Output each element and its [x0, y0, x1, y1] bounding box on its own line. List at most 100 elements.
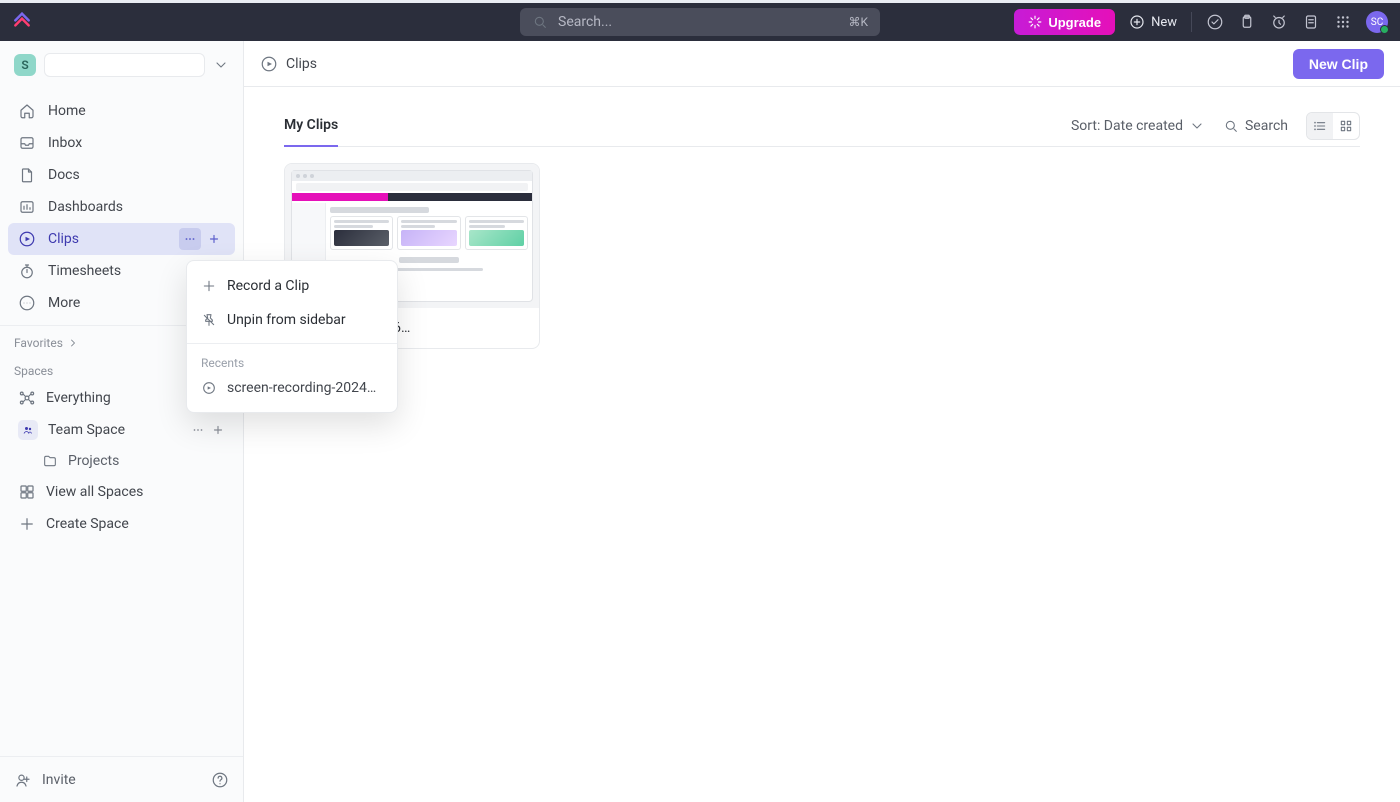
sidebar-item-docs[interactable]: Docs [8, 159, 235, 191]
clips-add-button[interactable] [203, 228, 225, 250]
clips-page-icon [260, 55, 278, 73]
sidebar-item-label: Projects [68, 453, 119, 469]
page-title-wrap: Clips [260, 55, 317, 73]
help-icon[interactable] [211, 771, 229, 789]
sidebar-item-label: Create Space [46, 516, 129, 532]
ellipsis-icon[interactable] [191, 423, 205, 437]
topbar: Search... ⌘K Upgrade New SC [0, 3, 1400, 41]
search-shortcut: ⌘K [848, 15, 868, 29]
menu-recents-label: Recents [187, 350, 397, 372]
menu-unpin[interactable]: Unpin from sidebar [187, 303, 397, 337]
tab-my-clips[interactable]: My Clips [284, 105, 338, 147]
network-icon [18, 389, 36, 407]
sort-button[interactable]: Sort: Date created [1071, 118, 1205, 134]
search-placeholder: Search... [558, 14, 612, 30]
new-label: New [1151, 15, 1177, 30]
sidebar-item-label: More [48, 295, 80, 311]
clips-search-button[interactable]: Search [1223, 118, 1288, 134]
clips-grid: g-2024-05-05-16… [284, 147, 1360, 349]
list-icon [1312, 118, 1328, 134]
stopwatch-icon [18, 262, 36, 280]
menu-record-clip[interactable]: Record a Clip [187, 269, 397, 303]
search-icon [532, 14, 548, 30]
sidebar-item-label: Inbox [48, 135, 82, 151]
sidebar-item-label: Everything [46, 390, 111, 406]
chevron-down-icon [1189, 118, 1205, 134]
docs-icon [18, 166, 36, 184]
content-area: My Clips Sort: Date created Search [244, 87, 1400, 802]
page-header: Clips New Clip [244, 41, 1400, 87]
menu-recent-item[interactable]: screen-recording-2024… [187, 372, 397, 404]
unpin-icon [201, 312, 217, 328]
sidebar-item-team-space[interactable]: Team Space [8, 414, 235, 446]
workspace-switcher[interactable]: S [0, 41, 243, 89]
search-icon [1223, 118, 1239, 134]
workspace-badge: S [14, 54, 36, 76]
divider [1191, 12, 1192, 32]
view-grid-button[interactable] [1333, 113, 1359, 139]
sidebar-footer: Invite [0, 756, 243, 802]
menu-item-label: Unpin from sidebar [227, 312, 346, 328]
grid-icon [18, 483, 36, 501]
new-button[interactable]: New [1129, 14, 1177, 30]
upgrade-button[interactable]: Upgrade [1014, 9, 1115, 35]
app-logo-icon[interactable] [12, 12, 32, 32]
sidebar-item-label: Docs [48, 167, 80, 183]
workspace-name [44, 53, 205, 77]
sort-label: Sort: Date created [1071, 118, 1183, 134]
sidebar-item-create-space[interactable]: Create Space [8, 508, 235, 540]
clips-icon [18, 230, 36, 248]
sidebar-item-dashboards[interactable]: Dashboards [8, 191, 235, 223]
search-label: Search [1245, 118, 1288, 134]
sidebar-item-label: Team Space [48, 422, 125, 438]
home-icon [18, 102, 36, 120]
clips-context-menu: Record a Clip Unpin from sidebar Recents… [186, 260, 398, 413]
sidebar-item-inbox[interactable]: Inbox [8, 127, 235, 159]
plus-icon [201, 278, 217, 294]
favorites-label: Favorites [14, 336, 63, 350]
chevron-down-icon [213, 57, 229, 73]
view-list-button[interactable] [1307, 113, 1333, 139]
plus-icon [207, 232, 221, 246]
invite-icon [14, 771, 32, 789]
clips-more-button[interactable] [179, 228, 201, 250]
sparkle-icon [1028, 15, 1042, 29]
folder-icon [42, 453, 58, 469]
sidebar-item-home[interactable]: Home [8, 95, 235, 127]
main-content: Clips New Clip My Clips Sort: Date creat… [244, 41, 1400, 802]
dashboard-icon [18, 198, 36, 216]
notepad-icon[interactable] [1302, 13, 1320, 31]
team-space-icon [18, 420, 38, 440]
sidebar-item-projects[interactable]: Projects [8, 446, 235, 476]
chevron-right-icon [67, 337, 79, 349]
topbar-right: Upgrade New SC [1014, 9, 1388, 35]
menu-item-label: Record a Clip [227, 278, 309, 294]
invite-label[interactable]: Invite [42, 772, 201, 788]
clipboard-icon[interactable] [1238, 13, 1256, 31]
grid-icon [1338, 118, 1354, 134]
sidebar-item-label: Home [48, 103, 86, 119]
plus-icon [18, 515, 36, 533]
check-circle-icon[interactable] [1206, 13, 1224, 31]
global-search[interactable]: Search... ⌘K [520, 8, 880, 36]
alarm-icon[interactable] [1270, 13, 1288, 31]
apps-grid-icon[interactable] [1334, 13, 1352, 31]
tabs-row: My Clips Sort: Date created Search [284, 105, 1360, 147]
upgrade-label: Upgrade [1048, 15, 1101, 30]
ellipsis-icon [183, 232, 197, 246]
new-clip-button[interactable]: New Clip [1293, 49, 1384, 79]
user-avatar[interactable]: SC [1366, 11, 1388, 33]
spaces-label: Spaces [14, 364, 53, 378]
recent-item-label: screen-recording-2024… [227, 380, 376, 396]
sidebar-item-label: Timesheets [48, 263, 121, 279]
page-title: Clips [286, 56, 317, 72]
sidebar-item-label: Clips [48, 231, 79, 247]
menu-divider [187, 343, 397, 344]
plus-icon[interactable] [211, 423, 225, 437]
sidebar-item-view-all-spaces[interactable]: View all Spaces [8, 476, 235, 508]
plus-circle-icon [1129, 14, 1145, 30]
view-toggle [1306, 112, 1360, 140]
more-circle-icon [18, 294, 36, 312]
clip-item-icon [201, 380, 217, 396]
sidebar-item-clips[interactable]: Clips [8, 223, 235, 255]
